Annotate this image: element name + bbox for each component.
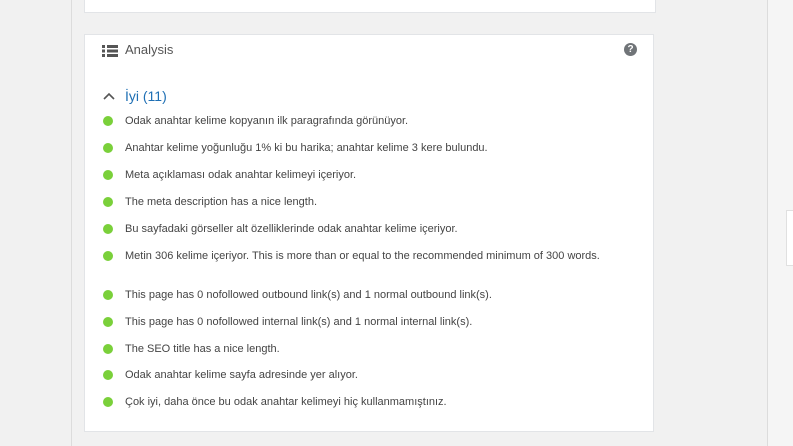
status-good-icon [103,170,113,180]
status-good-icon [103,116,113,126]
status-good-icon [103,251,113,261]
analysis-result-text: The meta description has a nice length. [125,196,318,208]
analysis-result-text: Meta açıklaması odak anahtar kelimeyi iç… [125,169,357,181]
analysis-result-text: Odak anahtar kelime sayfa adresinde yer … [125,369,358,381]
sidebar-tab[interactable] [786,210,793,266]
analysis-result-text: This page has 0 nofollowed outbound link… [125,289,492,301]
analysis-title: Analysis [125,42,174,57]
analysis-result-text: Odak anahtar kelime kopyanın ilk paragra… [125,115,409,127]
analysis-result-text: Metin 306 kelime içeriyor. This is more … [125,250,600,262]
status-good-icon [103,197,113,207]
analysis-result-text: The SEO title has a nice length. [125,343,280,355]
status-good-icon [103,317,113,327]
analysis-result-text: Çok iyi, daha önce bu odak anahtar kelim… [125,396,447,408]
status-good-icon [103,344,113,354]
status-good-icon [103,370,113,380]
analysis-result-text: This page has 0 nofollowed internal link… [125,316,473,328]
status-good-icon [103,224,113,234]
status-good-icon [103,143,113,153]
analysis-result-text: Anahtar kelime yoğunluğu 1% ki bu harika… [125,142,488,154]
analysis-metabox: Analysis ? İyi (11) Odak anahtar kelime … [84,34,654,432]
status-good-icon [103,290,113,300]
list-icon [102,45,118,57]
question-circle-icon[interactable]: ? [624,43,637,56]
analysis-header: Analysis ? [85,35,653,67]
previous-metabox [84,0,656,13]
analysis-result-text: Bu sayfadaki görseller alt özelliklerind… [125,223,458,235]
chevron-up-icon [103,92,115,100]
good-results-label: İyi (11) [125,88,167,104]
status-good-icon [103,397,113,407]
